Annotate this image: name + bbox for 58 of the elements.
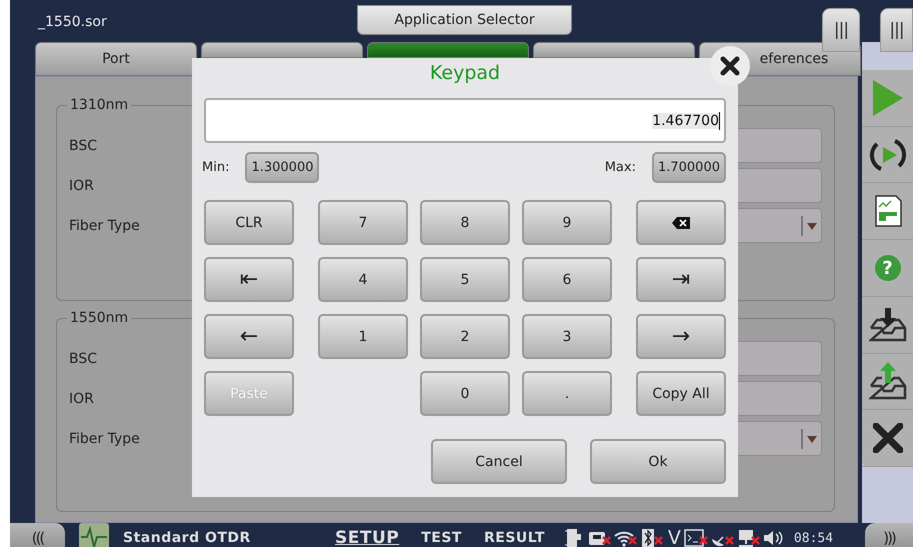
field-label: IOR (69, 178, 95, 194)
status-letter[interactable]: V (668, 527, 681, 547)
field-label: IOR (69, 390, 95, 406)
backspace-icon (672, 216, 690, 228)
tab[interactable] (201, 42, 363, 58)
keypad-key[interactable]: 6 (522, 257, 612, 302)
keypad-key[interactable]: 9 (522, 200, 612, 245)
max-value: 1.700000 (652, 152, 726, 183)
keypad-key[interactable]: 1 (318, 314, 408, 359)
terminal-icon[interactable] (684, 527, 710, 547)
keypad-key[interactable]: 2 (420, 314, 510, 359)
keypad-key[interactable]: 7 (318, 200, 408, 245)
dropdown-arrow-icon (801, 214, 819, 236)
keypad-key[interactable]: CLR (204, 200, 294, 245)
app-icon[interactable] (79, 523, 109, 547)
mode-tab[interactable]: SETUP (335, 528, 400, 547)
backspace-key[interactable] (636, 200, 726, 245)
help-icon[interactable]: ? (874, 255, 900, 282)
min-label: Min: (202, 160, 230, 175)
tray-upload-icon[interactable] (868, 362, 906, 400)
application-selector-tab[interactable]: Application Selector (357, 5, 572, 35)
field-label: BSC (69, 350, 98, 366)
keypad-key[interactable]: 4 (318, 257, 408, 302)
app-name: Standard OTDR (123, 530, 252, 546)
dialog-button[interactable]: Cancel (431, 439, 567, 484)
file-title: _1550.sor (38, 14, 108, 30)
keypad-key[interactable]: Copy All (636, 371, 726, 416)
keypad-key[interactable]: 3 (522, 314, 612, 359)
mode-tab[interactable]: TEST (421, 528, 462, 547)
right-panel-handle[interactable]: ))) (865, 523, 913, 547)
keypad-key[interactable]: 0 (420, 371, 510, 416)
dialog-button[interactable]: Ok (590, 439, 726, 484)
close-icon (720, 56, 740, 76)
keypad-key[interactable]: → (636, 314, 726, 359)
mode-tab[interactable]: RESULT (484, 528, 545, 547)
clock-time: 08:54 (794, 530, 834, 546)
keypad-key[interactable]: 5 (420, 257, 510, 302)
keypad-key[interactable]: ← (204, 314, 294, 359)
close-icon[interactable] (872, 423, 902, 454)
min-value: 1.300000 (245, 152, 320, 183)
value-input[interactable]: 1.467700 (204, 98, 726, 143)
field-label: Fiber Type (69, 430, 141, 446)
dropdown-arrow-icon (801, 428, 819, 450)
tab[interactable] (533, 42, 695, 58)
keypad-key[interactable]: ⇤ (204, 257, 294, 302)
keypad-key[interactable]: 8 (420, 200, 510, 245)
field-label: Fiber Type (69, 218, 141, 234)
left-panel-handle[interactable]: ((( (10, 523, 65, 547)
report-icon[interactable] (874, 195, 902, 228)
keypad-key[interactable]: ⇥ (636, 257, 726, 302)
dialog-title: Keypad (428, 61, 502, 86)
tray-download-icon[interactable] (868, 308, 906, 342)
field-label: BSC (69, 138, 98, 154)
max-label: Max: (604, 160, 636, 175)
tab[interactable]: Port (35, 42, 197, 76)
keypad-key[interactable]: . (522, 371, 612, 416)
panel-handle[interactable]: ||| (880, 8, 913, 52)
panel-handle[interactable]: ||| (822, 8, 860, 52)
